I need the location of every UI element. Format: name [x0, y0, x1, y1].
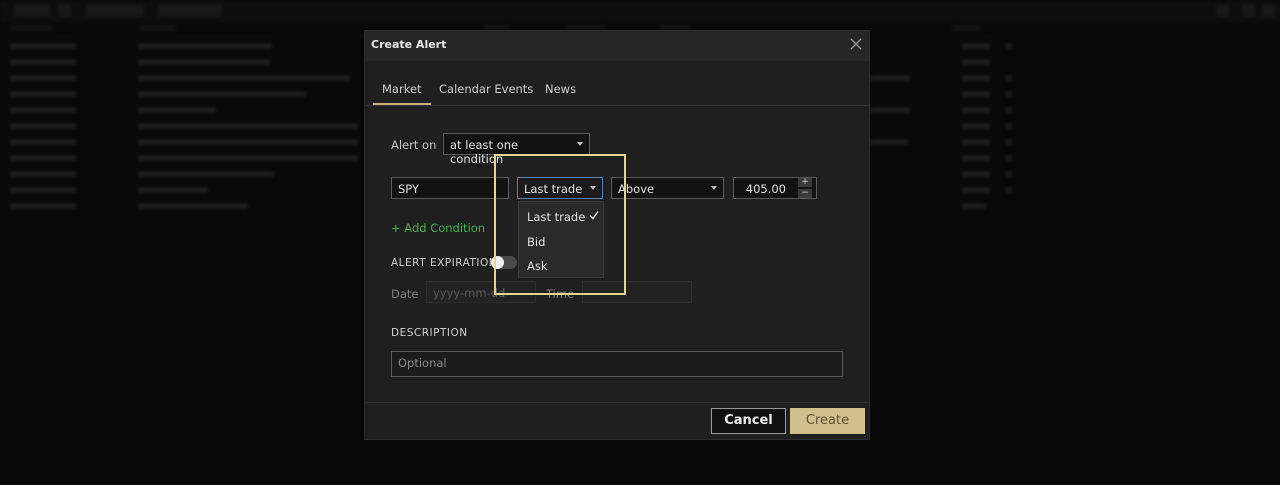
date-input[interactable]: yyyy-mm-dd: [426, 281, 536, 303]
toggle-knob: [491, 256, 504, 269]
chevron-down-icon: [577, 142, 583, 146]
description-placeholder: Optional: [398, 356, 447, 370]
symbol-input[interactable]: SPY: [391, 177, 509, 199]
alert-expiration-title: ALERT EXPIRATION: [391, 257, 498, 269]
date-placeholder: yyyy-mm-dd: [433, 286, 506, 300]
description-input[interactable]: Optional: [391, 351, 843, 377]
increment-button[interactable]: +: [798, 178, 812, 187]
threshold-value: 405.00: [745, 182, 786, 196]
close-icon[interactable]: [849, 37, 863, 51]
dropdown-option-last-trade[interactable]: Last trade: [527, 210, 585, 224]
chevron-down-icon: [590, 186, 596, 190]
field-select[interactable]: Last trade: [517, 177, 603, 199]
field-dropdown-menu: Last trade Bid Ask: [518, 201, 604, 278]
decrement-button[interactable]: −: [798, 189, 812, 198]
tab-calendar-events[interactable]: Calendar Events: [439, 82, 533, 96]
field-value: Last trade: [524, 182, 583, 196]
add-condition-link[interactable]: + Add Condition: [391, 221, 485, 235]
active-tab-indicator: [373, 103, 431, 105]
operator-value: Above: [618, 182, 655, 196]
expiration-toggle[interactable]: [491, 256, 517, 269]
tab-news[interactable]: News: [545, 82, 576, 96]
date-label: Date: [391, 287, 419, 301]
dialog-header: Create Alert: [365, 31, 869, 61]
tab-bar: Market Calendar Events News: [365, 73, 869, 106]
dropdown-option-ask[interactable]: Ask: [527, 259, 548, 273]
chevron-down-icon: [711, 186, 717, 190]
tab-market[interactable]: Market: [382, 82, 422, 96]
dropdown-option-bid[interactable]: Bid: [527, 235, 545, 249]
check-icon: [589, 211, 599, 220]
description-title: DESCRIPTION: [391, 327, 468, 339]
operator-select[interactable]: Above: [611, 177, 724, 199]
dialog-title: Create Alert: [371, 38, 447, 51]
footer-divider: [365, 402, 869, 403]
time-input[interactable]: [582, 281, 692, 303]
alert-on-select[interactable]: at least one condition: [443, 133, 590, 166]
symbol-value: SPY: [398, 182, 420, 196]
create-button[interactable]: Create: [790, 408, 865, 434]
create-alert-dialog: Create Alert Market Calendar Events News: [364, 30, 870, 440]
cancel-button[interactable]: Cancel: [711, 408, 786, 434]
alert-on-label: Alert on: [391, 138, 437, 152]
time-label: Time: [546, 287, 575, 301]
